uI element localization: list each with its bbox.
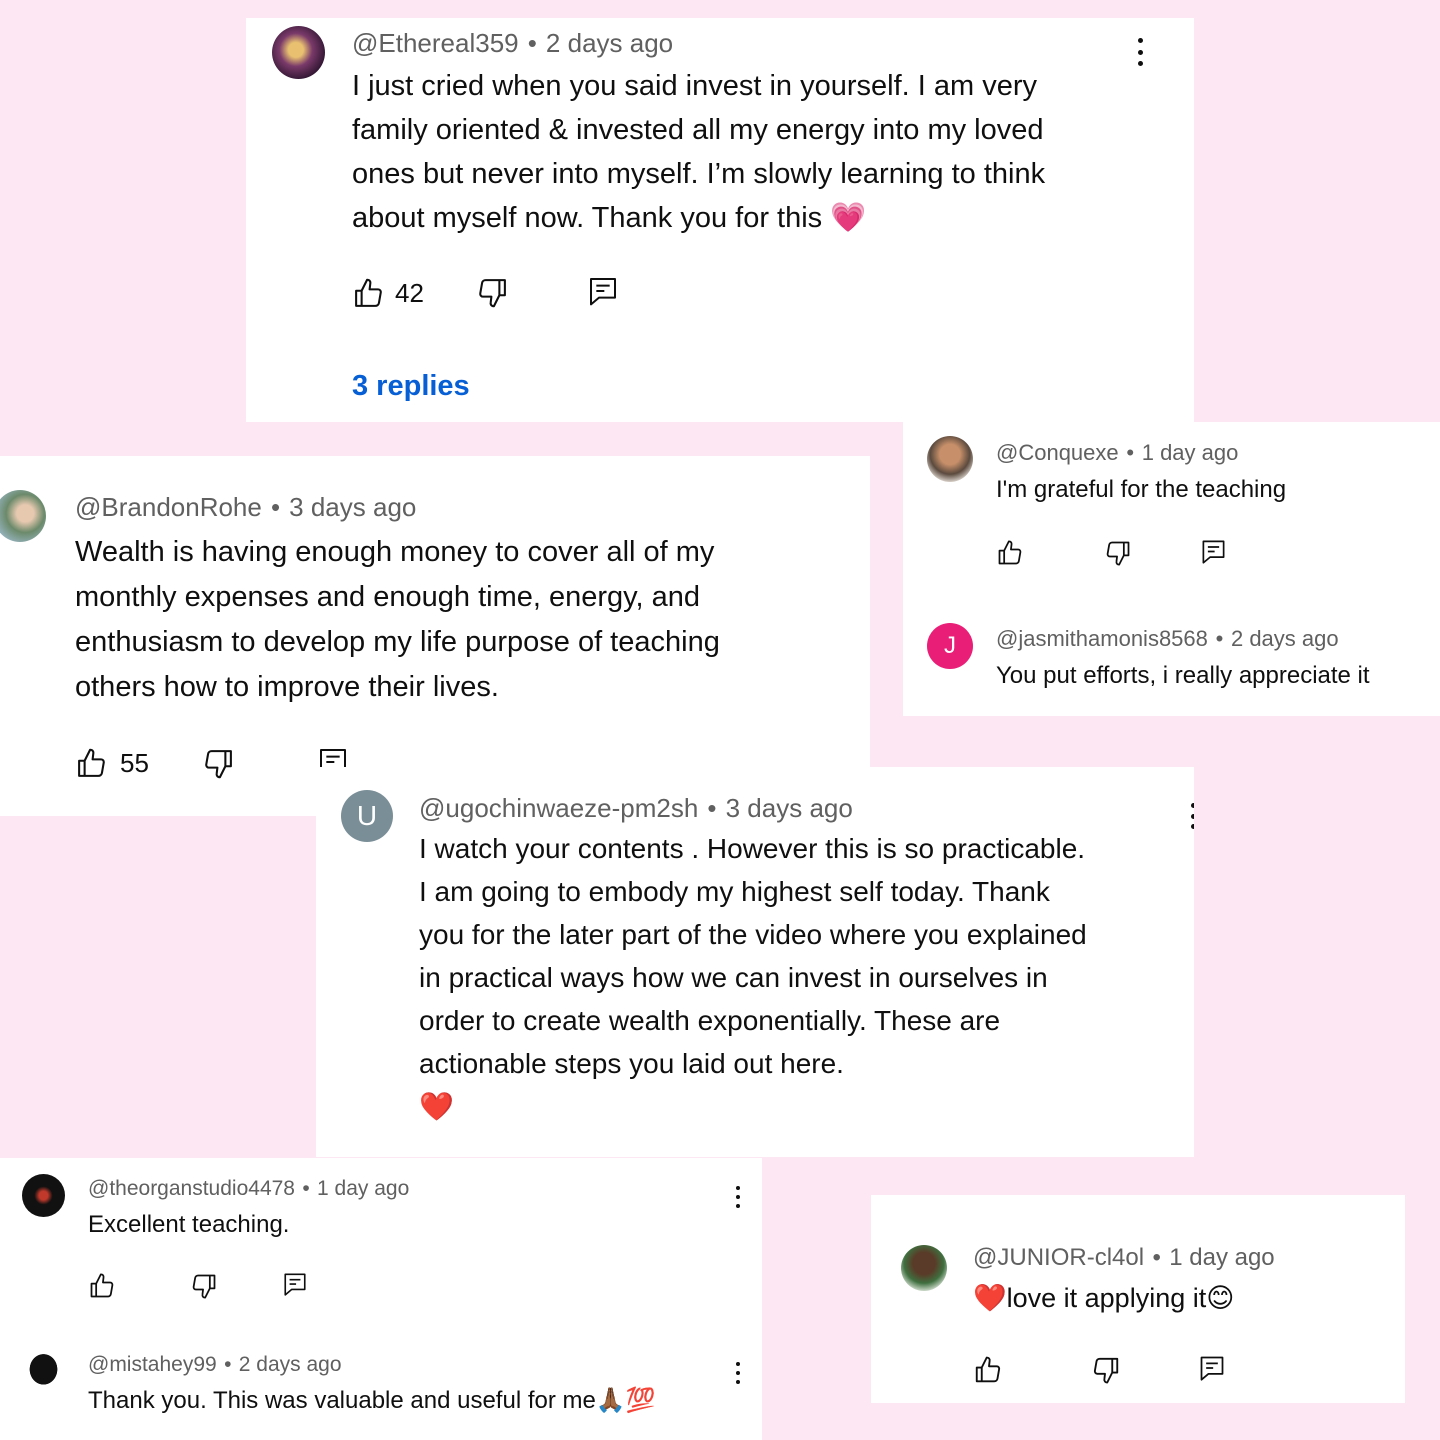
comment-text: Thank you. This was valuable and useful … [88, 1387, 656, 1414]
avatar[interactable] [0, 490, 46, 542]
dislike-button[interactable] [476, 276, 509, 309]
more-vert-icon[interactable] [1135, 38, 1145, 66]
reply-button[interactable] [1200, 538, 1227, 565]
timestamp: 1 day ago [1141, 440, 1239, 465]
like-button[interactable] [88, 1272, 116, 1300]
avatar[interactable] [22, 1174, 65, 1217]
author-handle[interactable]: @JUNIOR-cl4ol [973, 1244, 1144, 1271]
reply-icon [587, 275, 619, 307]
timestamp: 2 days ago [238, 1353, 342, 1376]
dislike-button[interactable] [1091, 1355, 1121, 1385]
comment-text: I'm grateful for the teaching [996, 476, 1287, 503]
author-handle[interactable]: @BrandonRohe [75, 492, 262, 522]
avatar[interactable] [901, 1245, 947, 1291]
thumbs-up-icon [973, 1355, 1003, 1385]
like-button[interactable] [973, 1355, 1003, 1385]
comment-meta: @theorganstudio4478 • 1 day ago [88, 1177, 410, 1200]
timestamp: 2 days ago [545, 28, 674, 58]
avatar[interactable]: U [341, 790, 393, 842]
comment-card-junior: @JUNIOR-cl4ol • 1 day ago ❤️love it applyi… [871, 1195, 1405, 1403]
timestamp: 3 days ago [725, 793, 853, 823]
reply-icon [1200, 538, 1227, 565]
reply-button[interactable] [587, 275, 619, 307]
reply-button[interactable] [1198, 1354, 1226, 1382]
avatar[interactable] [272, 26, 325, 79]
comment-card-ethereal: @Ethereal359 • 2 days ago I just cried whe… [246, 18, 1194, 422]
comment-meta: @Ethereal359 • 2 days ago [352, 28, 674, 58]
comment-text: ❤️love it applying it😊 [973, 1283, 1235, 1313]
thumbs-up-icon [75, 747, 108, 780]
like-button[interactable]: 55 [75, 747, 149, 780]
more-vert-icon[interactable] [734, 1186, 742, 1208]
thumbs-down-icon [1104, 539, 1132, 567]
author-handle[interactable]: @Ethereal359 [352, 28, 519, 58]
comment-text: Wealth is having enough money to cover a… [75, 536, 720, 703]
comment-meta: @JUNIOR-cl4ol • 1 day ago [973, 1244, 1275, 1271]
comment-text: I just cried when you said invest in you… [352, 70, 1046, 234]
thumbs-down-icon [476, 276, 509, 309]
thumbs-down-icon [190, 1272, 218, 1300]
thumbs-up-icon [88, 1272, 116, 1300]
thumbs-up-icon [352, 277, 385, 310]
author-handle[interactable]: @Conquexe [996, 440, 1119, 465]
more-vert-icon[interactable] [734, 1362, 742, 1384]
dislike-button[interactable] [1104, 539, 1132, 567]
comment-meta: @mistahey99 • 2 days ago [88, 1353, 342, 1376]
reply-icon [1198, 1354, 1226, 1382]
comment-card-conquexe: @Conquexe • 1 day ago I'm grateful for the… [903, 422, 1440, 716]
author-handle[interactable]: @ugochinwaeze-pm2sh [419, 793, 698, 823]
author-handle[interactable]: @theorganstudio4478 [88, 1177, 295, 1200]
reply-button[interactable] [282, 1271, 308, 1297]
thumbs-down-icon [202, 747, 235, 780]
avatar[interactable] [22, 1350, 65, 1393]
comment-meta: @Conquexe • 1 day ago [996, 440, 1239, 465]
like-button[interactable] [996, 539, 1024, 567]
comment-meta: @BrandonRohe • 3 days ago [75, 492, 417, 522]
author-handle[interactable]: @mistahey99 [88, 1353, 217, 1376]
reply-icon [282, 1271, 308, 1297]
comment-text: Excellent teaching. [88, 1211, 290, 1238]
comment-card-organ: @theorganstudio4478 • 1 day ago Excellent … [0, 1158, 762, 1440]
timestamp: 2 days ago [1230, 626, 1339, 651]
author-handle[interactable]: @jasmithamonis8568 [996, 626, 1208, 651]
like-count: 42 [395, 277, 424, 308]
comment-text: You put efforts, i really appreciate it [996, 662, 1370, 689]
like-count: 55 [120, 748, 149, 778]
more-vert-icon[interactable] [1188, 803, 1194, 829]
comment-meta: @jasmithamonis8568 • 2 days ago [996, 626, 1339, 651]
dislike-button[interactable] [202, 747, 235, 780]
timestamp: 3 days ago [289, 492, 417, 522]
avatar[interactable]: J [927, 623, 973, 669]
avatar[interactable] [927, 436, 973, 482]
comment-meta: @ugochinwaeze-pm2sh • 3 days ago [419, 793, 853, 823]
timestamp: 1 day ago [1169, 1244, 1275, 1271]
comment-card-brandon: @BrandonRohe • 3 days ago Wealth is having… [0, 456, 870, 816]
like-button[interactable]: 42 [352, 276, 424, 310]
dislike-button[interactable] [190, 1272, 218, 1300]
timestamp: 1 day ago [317, 1177, 410, 1200]
comment-text: I watch your contents . However this is … [419, 833, 1087, 1122]
view-replies-link[interactable]: 3 replies [352, 370, 470, 403]
comment-card-ugochi: U @ugochinwaeze-pm2sh • 3 days ago I watch… [316, 767, 1194, 1157]
thumbs-up-icon [996, 539, 1024, 567]
thumbs-down-icon [1091, 1355, 1121, 1385]
